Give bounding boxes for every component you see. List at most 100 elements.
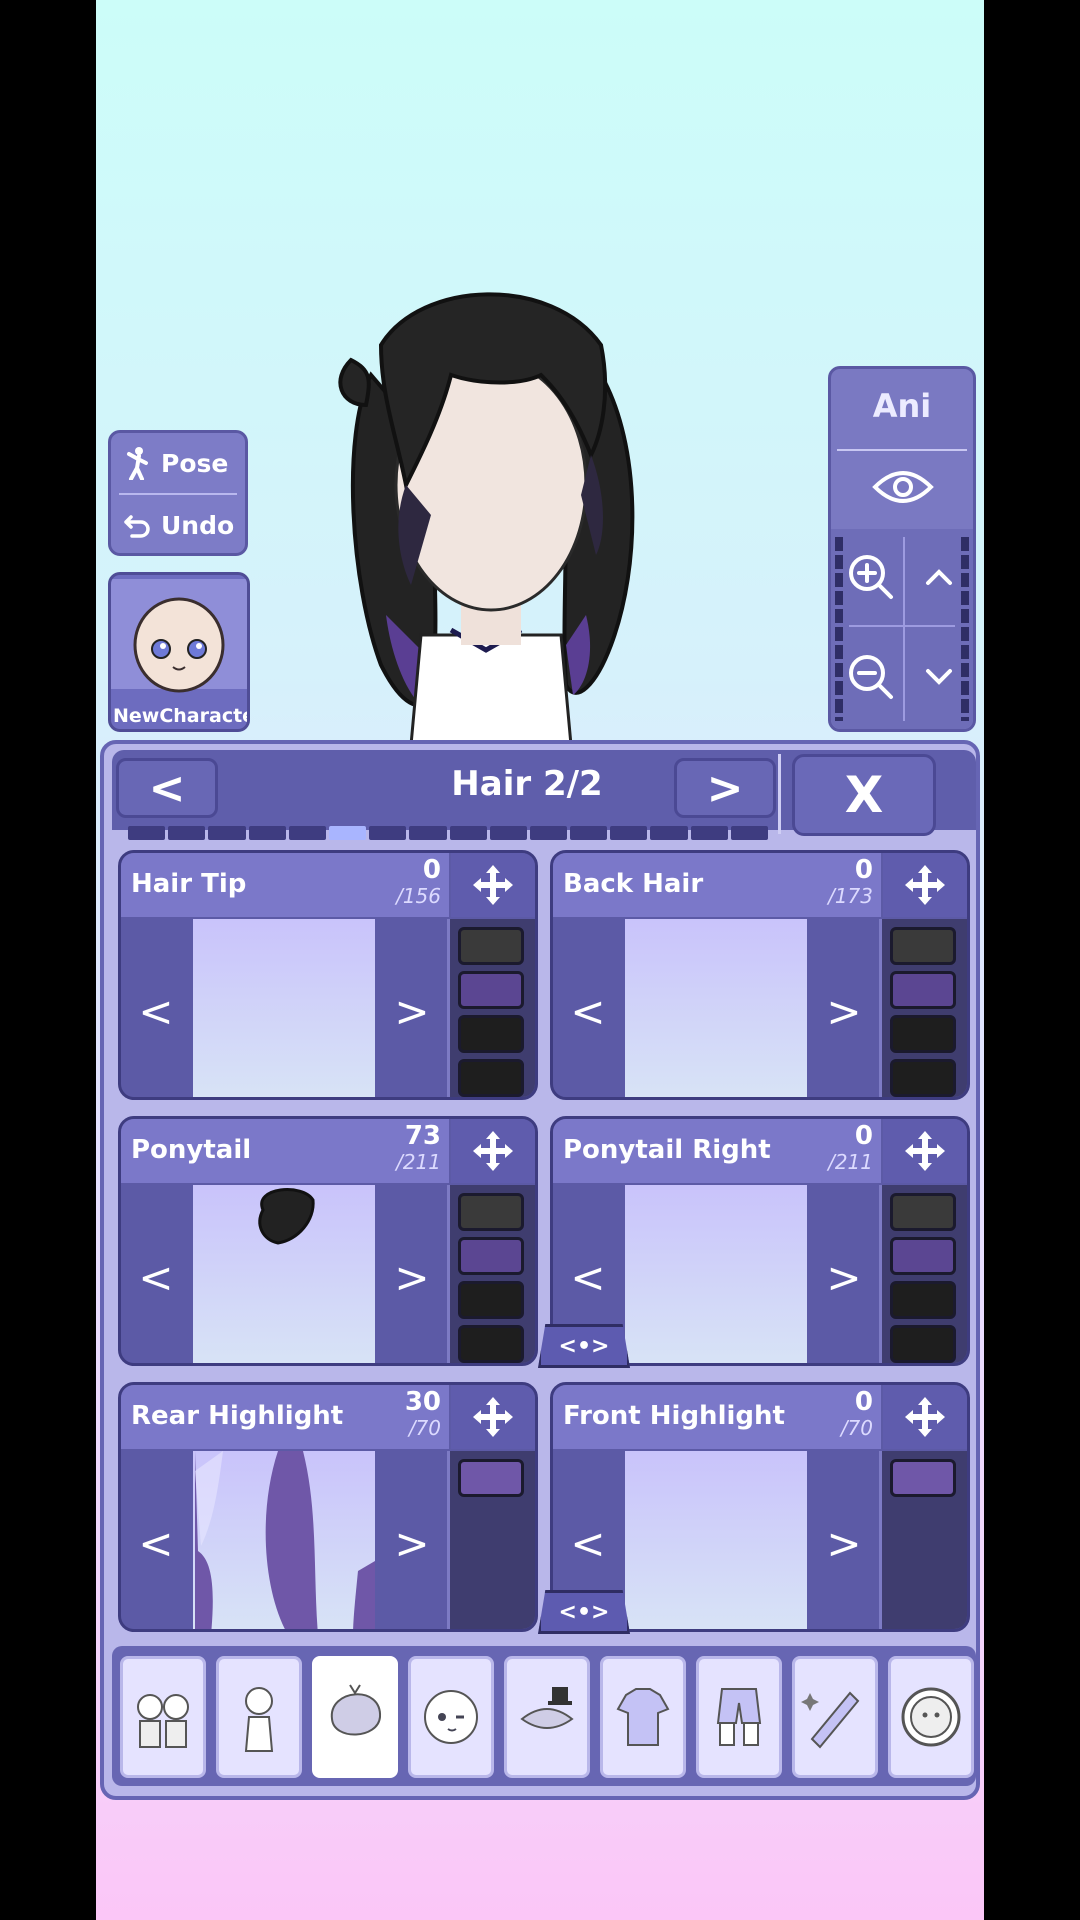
divider <box>837 449 967 451</box>
camera-up-button[interactable] <box>911 549 967 605</box>
color-swatch[interactable] <box>458 1459 524 1497</box>
eye-icon[interactable] <box>871 461 935 513</box>
category-hair-tab[interactable] <box>312 1656 398 1778</box>
zoom-in-icon <box>849 555 893 599</box>
progress-segment <box>690 826 728 840</box>
divider <box>903 537 905 721</box>
move-button[interactable] <box>451 853 535 917</box>
card-value: 30 <box>404 1387 441 1417</box>
prev-style-button[interactable]: < <box>121 1185 191 1363</box>
next-style-button[interactable]: > <box>377 1451 447 1629</box>
color-swatch[interactable] <box>458 927 524 965</box>
zoom-out-button[interactable] <box>843 649 899 705</box>
card-total: /70 <box>840 1416 873 1440</box>
progress-segment <box>610 826 648 840</box>
card-value: 0 <box>854 855 873 885</box>
style-preview[interactable] <box>625 919 807 1097</box>
character-slot[interactable]: NewCharacter <box>108 572 250 732</box>
progress-segment <box>570 826 608 840</box>
color-swatch[interactable] <box>458 1281 524 1319</box>
style-preview[interactable] <box>625 1185 807 1363</box>
move-button[interactable] <box>883 853 967 917</box>
zoom-in-button[interactable] <box>843 549 899 605</box>
card-count: 0 /156 <box>396 857 441 909</box>
editor-title-bar: < Hair 2/2 > X <box>112 750 976 840</box>
style-preview[interactable] <box>193 1451 375 1629</box>
style-preview[interactable] <box>193 1185 375 1363</box>
character-preview[interactable] <box>311 285 661 745</box>
page-progress-bar <box>128 826 768 840</box>
profile-icon <box>901 1687 961 1747</box>
close-button[interactable]: X <box>792 754 936 836</box>
camera-down-button[interactable] <box>911 649 967 705</box>
next-style-button[interactable]: > <box>809 1185 879 1363</box>
card-header: Back Hair 0 /173 <box>553 853 881 917</box>
undo-button[interactable]: Undo <box>111 495 245 555</box>
next-style-button[interactable]: > <box>377 1185 447 1363</box>
hair-icon <box>330 1684 382 1736</box>
next-page-button[interactable]: > <box>674 758 776 818</box>
progress-segment <box>409 826 447 840</box>
style-preview[interactable] <box>193 919 375 1097</box>
pose-label: Pose <box>161 448 229 478</box>
card-total: /70 <box>408 1416 441 1440</box>
color-swatch[interactable] <box>890 971 956 1009</box>
move-icon <box>473 865 513 905</box>
move-button[interactable] <box>451 1385 535 1449</box>
category-bottom-clothing-tab[interactable] <box>696 1656 782 1778</box>
next-style-button[interactable]: > <box>377 919 447 1097</box>
color-swatch[interactable] <box>458 1237 524 1275</box>
mirror-toggle-button[interactable]: <•> <box>538 1590 630 1634</box>
prev-style-button[interactable]: < <box>553 919 623 1097</box>
category-props-tab[interactable] <box>792 1656 878 1778</box>
color-swatch[interactable] <box>890 927 956 965</box>
hair-editor-panel: < Hair 2/2 > X Hair Tip 0 /156 < > Back … <box>100 740 980 1800</box>
color-swatch[interactable] <box>458 1193 524 1231</box>
card-title: Hair Tip <box>131 869 247 899</box>
card-title: Ponytail Right <box>563 1135 771 1165</box>
color-swatch[interactable] <box>890 1459 956 1497</box>
color-swatch[interactable] <box>890 1325 956 1363</box>
color-swatch[interactable] <box>458 1325 524 1363</box>
category-body-tab[interactable] <box>216 1656 302 1778</box>
move-icon <box>473 1131 513 1171</box>
progress-segment <box>369 826 407 840</box>
face-icon <box>424 1690 478 1744</box>
part-card-back-hair: Back Hair 0 /173 < > <box>550 850 970 1100</box>
mirror-toggle-button[interactable]: <•> <box>538 1324 630 1368</box>
pose-button[interactable]: Pose <box>111 433 245 493</box>
part-card-hair-tip: Hair Tip 0 /156 < > <box>118 850 538 1100</box>
next-style-button[interactable]: > <box>809 1451 879 1629</box>
progress-segment <box>449 826 487 840</box>
next-style-button[interactable]: > <box>809 919 879 1097</box>
move-button[interactable] <box>883 1119 967 1183</box>
zoom-rail-left[interactable] <box>835 537 843 721</box>
style-preview[interactable] <box>625 1451 807 1629</box>
category-face-tab[interactable] <box>408 1656 494 1778</box>
color-swatch[interactable] <box>458 971 524 1009</box>
pose-icon <box>127 447 148 480</box>
prev-page-button[interactable]: < <box>116 758 218 818</box>
progress-segment <box>529 826 568 840</box>
category-top-clothing-tab[interactable] <box>600 1656 686 1778</box>
prev-style-button[interactable]: < <box>121 1451 191 1629</box>
color-swatch[interactable] <box>890 1059 956 1097</box>
move-icon <box>905 865 945 905</box>
move-button[interactable] <box>451 1119 535 1183</box>
character-name: NewCharacter <box>113 705 247 727</box>
prev-style-button[interactable]: < <box>121 919 191 1097</box>
category-accessories-tab[interactable] <box>504 1656 590 1778</box>
category-bar <box>112 1646 976 1786</box>
card-value: 0 <box>854 1121 873 1151</box>
category-presets-tab[interactable] <box>120 1656 206 1778</box>
category-profile-tab[interactable] <box>888 1656 974 1778</box>
color-swatch[interactable] <box>890 1015 956 1053</box>
move-button[interactable] <box>883 1385 967 1449</box>
color-swatch[interactable] <box>890 1237 956 1275</box>
color-swatch[interactable] <box>890 1281 956 1319</box>
body-icon <box>244 1687 274 1752</box>
color-swatch[interactable] <box>458 1015 524 1053</box>
color-swatch[interactable] <box>890 1193 956 1231</box>
animation-toggle[interactable]: Ani <box>831 387 973 425</box>
color-swatch[interactable] <box>458 1059 524 1097</box>
